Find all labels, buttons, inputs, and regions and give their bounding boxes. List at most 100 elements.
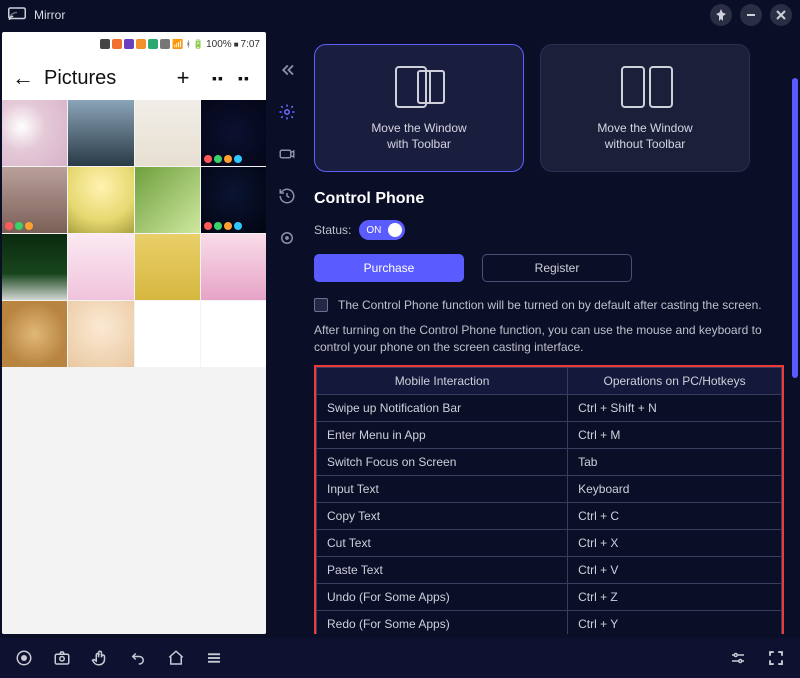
photo-thumb[interactable] bbox=[135, 301, 200, 367]
table-row: Input TextKeyboard bbox=[317, 475, 782, 502]
table-row: Undo (For Some Apps)Ctrl + Z bbox=[317, 583, 782, 610]
cell-hotkey: Keyboard bbox=[568, 475, 782, 502]
title-bar: Mirror bbox=[0, 0, 800, 30]
cell-hotkey: Ctrl + Y bbox=[568, 610, 782, 634]
photo-thumb[interactable] bbox=[2, 301, 67, 367]
menu-nav-icon[interactable] bbox=[200, 644, 228, 672]
cell-hotkey: Tab bbox=[568, 448, 782, 475]
minimize-button[interactable] bbox=[740, 4, 762, 26]
photo-thumb[interactable] bbox=[201, 100, 266, 166]
photo-thumb[interactable] bbox=[68, 301, 133, 367]
status-label: Status: bbox=[314, 223, 351, 237]
settings-icon[interactable] bbox=[273, 98, 301, 126]
status-icon bbox=[112, 39, 122, 49]
bottom-toolbar bbox=[0, 638, 800, 678]
photo-thumb[interactable] bbox=[68, 100, 133, 166]
photo-gallery[interactable] bbox=[2, 100, 266, 634]
grid-view-icon[interactable]: ▪▪ bbox=[206, 70, 230, 86]
status-icon bbox=[160, 39, 170, 49]
photo-thumb[interactable] bbox=[201, 301, 266, 367]
battery-percent: 100% bbox=[206, 39, 232, 50]
cell-hotkey: Ctrl + Z bbox=[568, 583, 782, 610]
bluetooth-icon: ᚼ bbox=[185, 39, 190, 49]
phone-header-title: Pictures bbox=[44, 67, 160, 90]
home-nav-icon[interactable] bbox=[162, 644, 190, 672]
battery-icon: 🔋 bbox=[193, 39, 204, 50]
cell-hotkey: Ctrl + X bbox=[568, 529, 782, 556]
purchase-button[interactable]: Purchase bbox=[314, 254, 464, 282]
target-icon[interactable] bbox=[273, 224, 301, 252]
window-no-toolbar-icon bbox=[616, 64, 674, 110]
window-toolbar-icon bbox=[390, 64, 448, 110]
status-icon bbox=[148, 39, 158, 49]
col-header-pc: Operations on PC/Hotkeys bbox=[568, 367, 782, 394]
status-icon bbox=[124, 39, 134, 49]
table-row: Cut TextCtrl + X bbox=[317, 529, 782, 556]
photo-thumb[interactable] bbox=[2, 100, 67, 166]
status-time: 7:07 bbox=[241, 39, 260, 50]
card-label-line1: Move the Window bbox=[597, 121, 692, 135]
photo-thumb[interactable] bbox=[2, 167, 67, 233]
close-button[interactable] bbox=[770, 4, 792, 26]
hotkey-table: Mobile Interaction Operations on PC/Hotk… bbox=[316, 367, 782, 634]
main-area: 📶 ᚼ 🔋 100% ■ 7:07 ← Pictures + ▪▪ ▪▪ bbox=[0, 30, 800, 634]
vertical-scrollbar[interactable] bbox=[792, 42, 798, 624]
touch-icon[interactable] bbox=[86, 644, 114, 672]
table-row: Copy TextCtrl + C bbox=[317, 502, 782, 529]
app-title: Mirror bbox=[34, 8, 65, 22]
hotkey-table-wrap: Mobile Interaction Operations on PC/Hotk… bbox=[314, 365, 784, 634]
card-label-line1: Move the Window bbox=[371, 121, 466, 135]
cell-hotkey: Ctrl + V bbox=[568, 556, 782, 583]
status-icon bbox=[100, 39, 110, 49]
default-on-row: The Control Phone function will be turne… bbox=[314, 298, 784, 312]
separator: ■ bbox=[234, 40, 239, 49]
add-icon[interactable]: + bbox=[170, 65, 196, 91]
card-label-line2: with Toolbar bbox=[387, 137, 451, 151]
pin-button[interactable] bbox=[710, 4, 732, 26]
photo-thumb[interactable] bbox=[135, 234, 200, 300]
cell-hotkey: Ctrl + M bbox=[568, 421, 782, 448]
table-row: Swipe up Notification BarCtrl + Shift + … bbox=[317, 394, 782, 421]
photo-thumb[interactable] bbox=[2, 234, 67, 300]
photo-thumb[interactable] bbox=[201, 234, 266, 300]
status-row: Status: ON bbox=[314, 220, 784, 240]
camera-icon[interactable] bbox=[273, 140, 301, 168]
history-icon[interactable] bbox=[273, 182, 301, 210]
scrollbar-thumb[interactable] bbox=[792, 78, 798, 378]
photo-thumb[interactable] bbox=[68, 167, 133, 233]
col-header-mobile: Mobile Interaction bbox=[317, 367, 568, 394]
cell-mobile: Copy Text bbox=[317, 502, 568, 529]
cell-mobile: Swipe up Notification Bar bbox=[317, 394, 568, 421]
default-on-checkbox[interactable] bbox=[314, 298, 328, 312]
status-toggle[interactable]: ON bbox=[359, 220, 405, 240]
cell-mobile: Switch Focus on Screen bbox=[317, 448, 568, 475]
card-move-without-toolbar[interactable]: Move the Window without Toolbar bbox=[540, 44, 750, 172]
photo-thumb[interactable] bbox=[68, 234, 133, 300]
collapse-icon[interactable] bbox=[273, 56, 301, 84]
adjust-icon[interactable] bbox=[724, 644, 752, 672]
back-nav-icon[interactable] bbox=[124, 644, 152, 672]
status-icon bbox=[136, 39, 146, 49]
photo-thumb[interactable] bbox=[135, 100, 200, 166]
card-move-with-toolbar[interactable]: Move the Window with Toolbar bbox=[314, 44, 524, 172]
cell-mobile: Enter Menu in App bbox=[317, 421, 568, 448]
toggle-knob bbox=[388, 223, 402, 237]
table-row: Switch Focus on ScreenTab bbox=[317, 448, 782, 475]
back-arrow-icon[interactable]: ← bbox=[12, 65, 34, 91]
cell-mobile: Cut Text bbox=[317, 529, 568, 556]
photo-thumb[interactable] bbox=[201, 167, 266, 233]
card-label-line2: without Toolbar bbox=[605, 137, 686, 151]
screenshot-icon[interactable] bbox=[48, 644, 76, 672]
table-row: Enter Menu in AppCtrl + M bbox=[317, 421, 782, 448]
phone-header: ← Pictures + ▪▪ ▪▪ bbox=[2, 56, 266, 100]
fullscreen-icon[interactable] bbox=[762, 644, 790, 672]
cell-hotkey: Ctrl + Shift + N bbox=[568, 394, 782, 421]
settings-panel: Move the Window with Toolbar Move the Wi… bbox=[308, 32, 800, 634]
control-description: After turning on the Control Phone funct… bbox=[314, 322, 784, 357]
cast-icon bbox=[8, 7, 26, 24]
record-icon[interactable] bbox=[10, 644, 38, 672]
grid-view-icon-b[interactable]: ▪▪ bbox=[232, 70, 256, 86]
table-row: Paste TextCtrl + V bbox=[317, 556, 782, 583]
photo-thumb[interactable] bbox=[135, 167, 200, 233]
register-button[interactable]: Register bbox=[482, 254, 632, 282]
